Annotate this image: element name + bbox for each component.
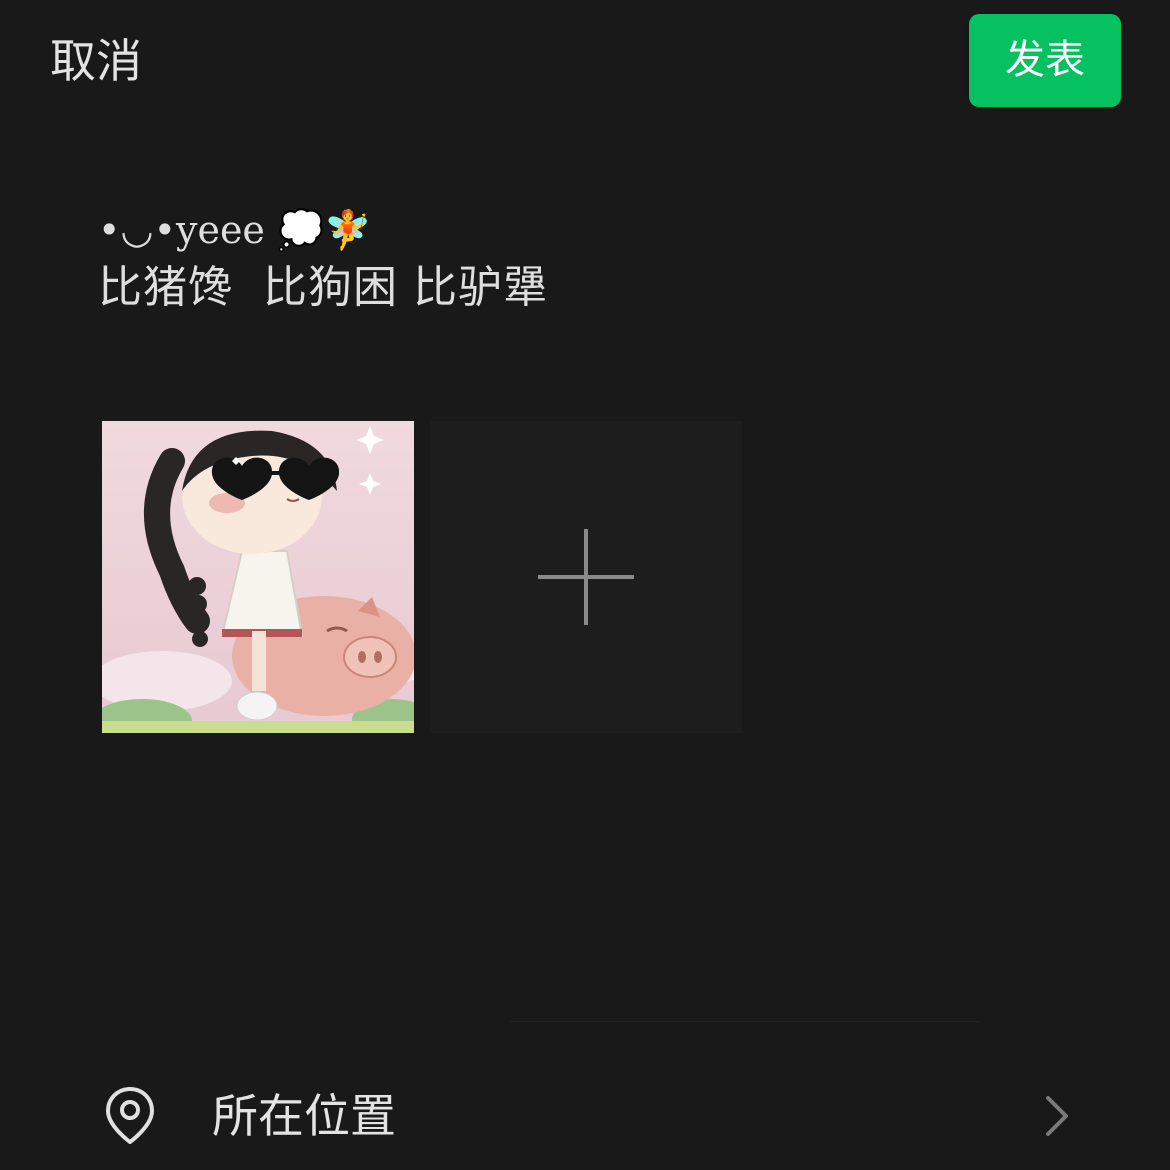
post-text-line-1: •◡•yeee 💭🧚 xyxy=(98,208,372,252)
divider xyxy=(510,1021,980,1022)
location-pin-icon xyxy=(106,1087,154,1144)
chevron-right-icon xyxy=(1046,1096,1068,1136)
cartoon-girl-on-pig-image xyxy=(102,421,414,733)
attached-image-thumbnail[interactable] xyxy=(102,421,414,733)
cancel-button[interactable]: 取消 xyxy=(50,30,142,92)
location-row[interactable]: 所在位置 xyxy=(0,1060,1170,1170)
add-media-button[interactable] xyxy=(430,421,742,733)
publish-button[interactable]: 发表 xyxy=(969,14,1121,107)
location-label: 所在位置 xyxy=(212,1089,396,1143)
post-text-input[interactable]: •◡•yeee 💭🧚 比猪馋 比狗困 比驴犟 xyxy=(98,198,998,314)
post-text-line-2: 比猪馋 比狗困 比驴犟 xyxy=(98,262,548,313)
plus-icon xyxy=(538,529,634,625)
